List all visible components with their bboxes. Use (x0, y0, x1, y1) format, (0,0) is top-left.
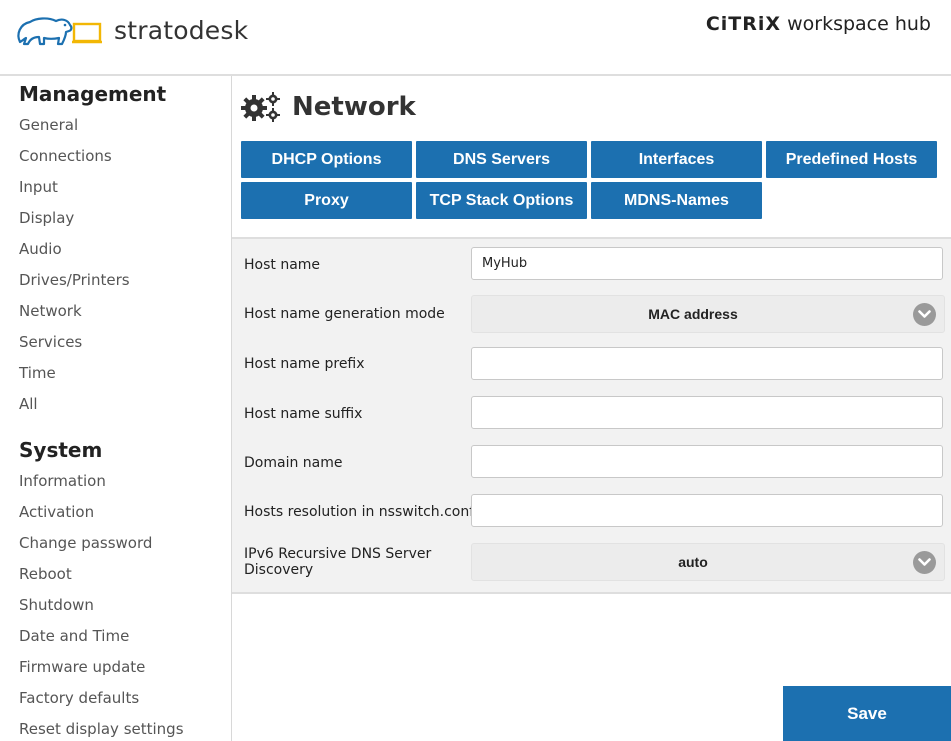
polar-bear-logo-icon (17, 17, 102, 46)
tab-interfaces[interactable]: Interfaces (591, 141, 762, 178)
tab-dhcp-options[interactable]: DHCP Options (241, 141, 412, 178)
tab-proxy[interactable]: Proxy (241, 182, 412, 219)
sidebar-item-date-and-time[interactable]: Date and Time (0, 621, 231, 652)
sidebar: Management General Connections Input Dis… (0, 76, 232, 741)
host-name-input[interactable] (471, 247, 943, 280)
host-name-prefix-input[interactable] (471, 347, 943, 380)
sidebar-item-display[interactable]: Display (0, 203, 231, 234)
main-content: Network DHCP Options DNS Servers Interfa… (232, 76, 951, 741)
tab-dns-servers[interactable]: DNS Servers (416, 141, 587, 178)
domain-name-label: Domain name (244, 455, 343, 471)
sidebar-item-drives-printers[interactable]: Drives/Printers (0, 265, 231, 296)
sidebar-item-services[interactable]: Services (0, 327, 231, 358)
hosts-resolution-label: Hosts resolution in nsswitch.conf (244, 504, 475, 520)
host-name-prefix-label: Host name prefix (244, 356, 365, 372)
chevron-down-icon (913, 303, 936, 326)
tab-mdns-names[interactable]: MDNS-Names (591, 182, 762, 219)
sidebar-item-general[interactable]: General (0, 110, 231, 141)
app-header: stratodesk CiTRiX workspace hub (0, 0, 951, 76)
host-name-generation-mode-label: Host name generation mode (244, 306, 445, 322)
host-name-suffix-label: Host name suffix (244, 406, 363, 422)
ipv6-rdnss-label-line1: IPv6 Recursive DNS Server (244, 546, 432, 562)
ipv6-rdnss-label-line2: Discovery (244, 562, 314, 578)
sidebar-item-reboot[interactable]: Reboot (0, 559, 231, 590)
citrix-brand-text: CiTRiX (705, 13, 782, 35)
sidebar-item-factory-defaults[interactable]: Factory defaults (0, 683, 231, 714)
sidebar-item-audio[interactable]: Audio (0, 234, 231, 265)
page-title: Network (240, 90, 416, 124)
sidebar-item-shutdown[interactable]: Shutdown (0, 590, 231, 621)
sidebar-item-all[interactable]: All (0, 389, 231, 420)
sidebar-item-reset-display-settings[interactable]: Reset display settings (0, 714, 231, 741)
host-name-suffix-input[interactable] (471, 396, 943, 429)
stratodesk-logo: stratodesk (14, 12, 248, 48)
domain-name-input[interactable] (471, 445, 943, 478)
citrix-workspace-hub-brand: CiTRiX workspace hub (706, 13, 931, 35)
ipv6-rdnss-value: auto (678, 554, 708, 570)
sidebar-item-firmware-update[interactable]: Firmware update (0, 652, 231, 683)
sidebar-section-system: System (19, 438, 103, 462)
sidebar-item-information[interactable]: Information (0, 466, 231, 497)
save-button[interactable]: Save (783, 686, 951, 741)
hosts-resolution-input[interactable] (471, 494, 943, 527)
sidebar-item-change-password[interactable]: Change password (0, 528, 231, 559)
sidebar-item-activation[interactable]: Activation (0, 497, 231, 528)
host-name-generation-mode-select[interactable]: MAC address (471, 295, 945, 333)
sidebar-section-management: Management (19, 82, 167, 106)
gears-icon (241, 92, 280, 122)
tab-tcp-stack-options[interactable]: TCP Stack Options (416, 182, 587, 219)
network-settings-form: Host name Host name generation mode MAC … (232, 237, 951, 594)
ipv6-rdnss-label: IPv6 Recursive DNS Server Discovery (244, 546, 431, 578)
host-name-label: Host name (244, 257, 321, 273)
ipv6-rdnss-select[interactable]: auto (471, 543, 945, 581)
sidebar-item-network[interactable]: Network (0, 296, 231, 327)
page-title-text: Network (292, 92, 416, 122)
tab-predefined-hosts[interactable]: Predefined Hosts (766, 141, 937, 178)
citrix-product-text: workspace hub (787, 13, 931, 35)
sidebar-item-input[interactable]: Input (0, 172, 231, 203)
sidebar-item-time[interactable]: Time (0, 358, 231, 389)
sidebar-item-connections[interactable]: Connections (0, 141, 231, 172)
host-name-generation-mode-value: MAC address (648, 306, 738, 322)
chevron-down-icon (913, 551, 936, 574)
logo-text: stratodesk (114, 15, 249, 45)
